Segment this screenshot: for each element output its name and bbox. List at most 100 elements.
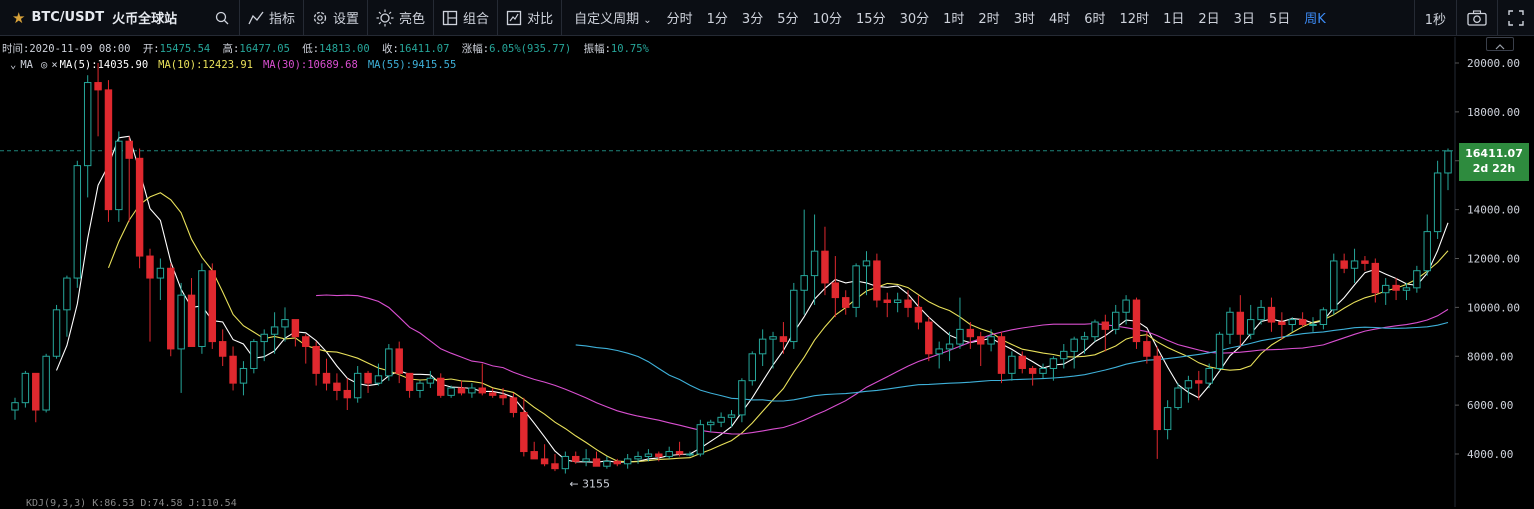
candle-body (945, 343, 954, 350)
compare-icon (506, 10, 522, 25)
change-value: 6.05%(935.77) (489, 43, 572, 55)
candle-body (779, 336, 788, 343)
layout-icon (442, 10, 458, 25)
candle-body (374, 375, 383, 384)
kline-chart[interactable]: 4000.00 6000.00 8000.00 10000.00 12000.00 140… (0, 37, 1534, 507)
period-option[interactable]: 6时 (1077, 12, 1112, 27)
period-option[interactable]: 3时 (1007, 12, 1042, 27)
compare-label: 对比 (527, 12, 554, 27)
symbol-selector[interactable]: ★ BTC/USDT 火币全球站 (0, 0, 240, 36)
candle-body (32, 372, 40, 411)
candle-body (239, 367, 248, 384)
custom-period-dropdown[interactable]: 自定义周期 ⌄ (568, 8, 660, 27)
candle-body (790, 289, 798, 343)
ma-indicator-name: MA (20, 59, 33, 71)
chevron-down-icon: ⌄ (643, 15, 652, 26)
candle-body (1257, 306, 1265, 321)
candle-body (1091, 321, 1099, 338)
period-option[interactable]: 12时 (1113, 12, 1157, 27)
favorite-star-icon[interactable]: ★ (12, 9, 25, 27)
candle-body (1340, 260, 1348, 269)
period-option[interactable]: 1日 (1156, 12, 1191, 27)
candle-body (1402, 287, 1411, 291)
candle-body (499, 394, 507, 399)
candle-body (520, 411, 528, 453)
candle-body (748, 353, 756, 382)
candle-body (1371, 262, 1380, 294)
candle-body (1433, 172, 1442, 233)
candle-body (94, 82, 102, 91)
compare-button[interactable]: 对比 (498, 0, 563, 36)
candle-body (156, 267, 165, 279)
price-axis-label: 12000.00 (1467, 253, 1520, 266)
candle-body (270, 326, 279, 335)
candle-body (1153, 355, 1161, 431)
candle-body (167, 267, 175, 350)
collapse-button[interactable] (1486, 37, 1514, 51)
period-option[interactable]: 1时 (936, 12, 971, 27)
candle-body (1132, 299, 1141, 343)
light-theme-button[interactable]: 亮色 (368, 0, 435, 36)
candle-body (437, 377, 445, 396)
combine-button[interactable]: 组合 (434, 0, 499, 36)
high-value: 16477.05 (239, 43, 290, 55)
candle-body (229, 355, 237, 384)
screenshot-button[interactable] (1456, 0, 1497, 36)
candle-body (1143, 341, 1151, 357)
period-option[interactable]: 15分 (849, 12, 893, 27)
candle-body (1226, 311, 1234, 335)
candle-body (416, 382, 424, 391)
ma30-value: MA(30):10689.68 (262, 59, 358, 71)
time-label: 时间: (2, 43, 30, 55)
period-option[interactable]: 3日 (1227, 12, 1262, 27)
period-option[interactable]: 周K (1297, 12, 1333, 27)
period-option[interactable]: 4时 (1042, 12, 1077, 27)
period-option[interactable]: 2时 (971, 12, 1006, 27)
sun-icon (376, 9, 394, 26)
period-option[interactable]: 1分 (700, 12, 735, 27)
candle-body (63, 277, 71, 311)
indicator-icon (248, 11, 264, 24)
candle-body (717, 416, 725, 423)
candle-body (250, 341, 258, 369)
candle-body (810, 250, 819, 277)
candle-body (852, 265, 860, 308)
indicators-button[interactable]: 指标 (240, 0, 305, 36)
candle-body (1174, 387, 1182, 409)
fullscreen-button[interactable] (1497, 0, 1534, 36)
candle-body (1444, 150, 1452, 174)
candle-body (727, 414, 736, 418)
candle-body (42, 355, 50, 411)
refresh-interval[interactable]: 1秒 (1413, 0, 1456, 36)
period-option[interactable]: 2日 (1191, 12, 1226, 27)
toolbar: ★ BTC/USDT 火币全球站 指标 设置 亮色 组合 对比 自定义周期 ⌄ … (0, 0, 1534, 36)
search-icon[interactable] (215, 11, 229, 25)
candle-body (1111, 311, 1120, 330)
candle-body (478, 387, 487, 394)
period-option[interactable]: 5日 (1262, 12, 1297, 27)
candle-body (1039, 367, 1047, 374)
price-axis-label: 8000.00 (1467, 350, 1513, 363)
candle-body (405, 372, 414, 391)
candle-body (603, 460, 611, 467)
candle-body (935, 348, 943, 355)
period-option[interactable]: 30分 (893, 12, 937, 27)
indicators-label: 指标 (269, 12, 296, 27)
eye-icon[interactable]: ◎ (41, 59, 47, 71)
chevron-down-icon[interactable]: ⌄ (10, 59, 16, 71)
candle-body (893, 299, 902, 303)
ma-legend: ⌄ MA ◎ × MA(5):14035.90 MA(10):12423.91 MA(30)… (10, 59, 466, 71)
price-axis-label: 10000.00 (1467, 301, 1520, 314)
candle-body (1309, 323, 1317, 326)
period-option[interactable]: 5分 (770, 12, 805, 27)
candle-body (457, 387, 466, 394)
candle-body (468, 387, 476, 394)
candle-body (1060, 350, 1068, 360)
candle-body (281, 319, 289, 328)
period-option[interactable]: 3分 (735, 12, 770, 27)
period-option[interactable]: 分时 (660, 12, 700, 27)
amplitude-value: 10.75% (610, 43, 649, 55)
close-icon[interactable]: × (51, 59, 57, 71)
period-option[interactable]: 10分 (805, 12, 849, 27)
settings-button[interactable]: 设置 (304, 0, 369, 36)
